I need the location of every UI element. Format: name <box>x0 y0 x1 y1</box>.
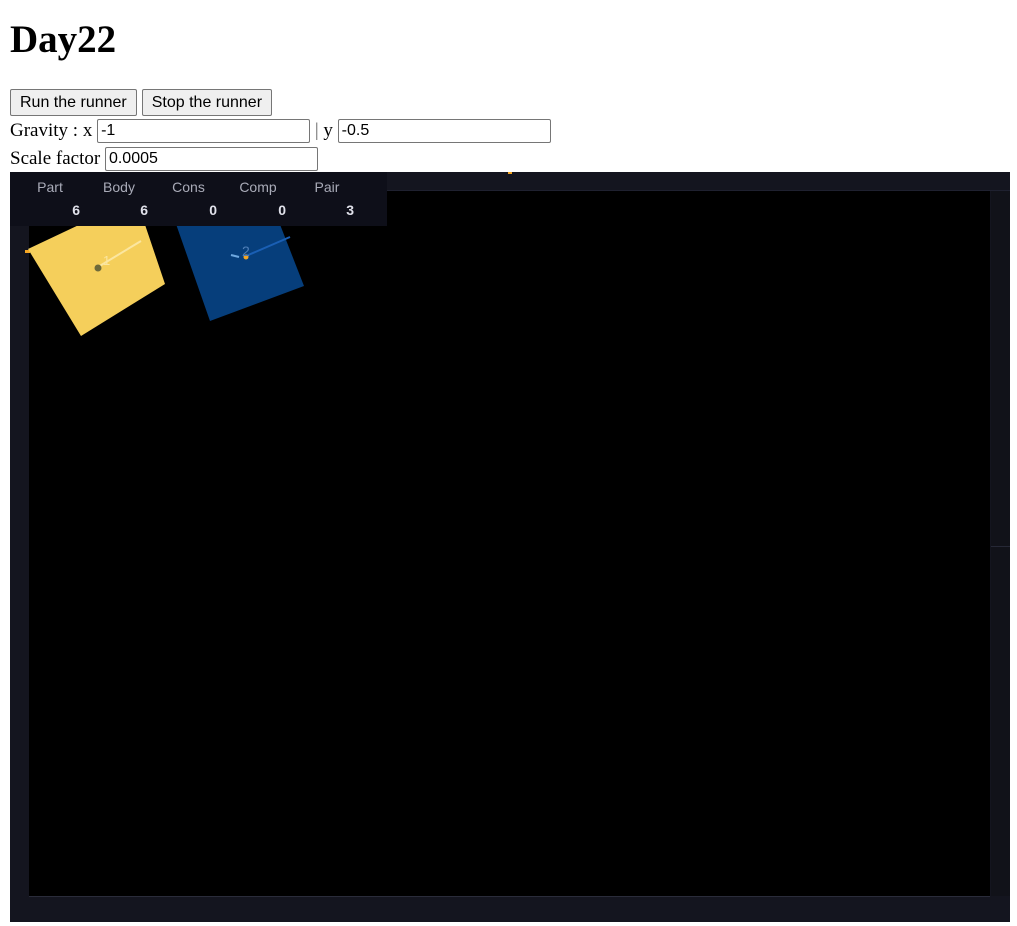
gravity-y-input[interactable] <box>337 119 551 143</box>
stat-cons-value: 0 <box>209 202 217 218</box>
stat-part-label: Part <box>37 179 63 195</box>
top-marker <box>508 172 512 174</box>
gravity-x-input[interactable] <box>97 119 311 143</box>
stats-panel: Part 6 Body 6 Cons 0 Comp 0 Pair 3 <box>10 172 387 226</box>
stat-part: Part 6 <box>20 172 80 226</box>
runner-controls: Run the runner Stop the runner <box>10 89 273 116</box>
bodies-layer: 1 2 <box>25 172 512 336</box>
stat-body: Body 6 <box>90 172 148 226</box>
stat-body-label: Body <box>103 179 135 195</box>
stat-pair-value: 3 <box>346 202 354 218</box>
stat-pair: Pair 3 <box>300 172 354 226</box>
page: Day22 Run the runner Stop the runner Gra… <box>0 0 1017 926</box>
run-runner-button[interactable]: Run the runner <box>10 89 137 116</box>
gravity-separator: | <box>310 120 324 141</box>
gravity-x-label: Gravity : x <box>10 120 98 141</box>
stop-runner-button[interactable]: Stop the runner <box>141 89 273 116</box>
gravity-y-label: y <box>323 120 338 141</box>
stat-part-value: 6 <box>72 202 80 218</box>
gravity-row: Gravity : x | y <box>10 117 551 145</box>
stat-cons: Cons 0 <box>160 172 217 226</box>
stat-comp: Comp 0 <box>230 172 286 226</box>
body-1-center <box>94 264 102 272</box>
scale-factor-input[interactable] <box>104 146 318 171</box>
stat-pair-label: Pair <box>314 179 340 195</box>
stat-comp-value: 0 <box>278 202 286 218</box>
body-2-label: 2 <box>242 243 250 259</box>
physics-canvas[interactable]: 1 2 Part 6 Body 6 Cons 0 Comp 0 Pair 3 <box>10 172 1010 922</box>
scale-factor-label: Scale factor <box>10 147 105 169</box>
scale-row: Scale factor <box>10 145 318 172</box>
stat-cons-label: Cons <box>172 179 205 195</box>
page-title: Day22 <box>10 18 117 61</box>
body-1-label: 1 <box>103 253 110 268</box>
stat-comp-label: Comp <box>239 179 277 195</box>
stat-body-value: 6 <box>140 202 148 218</box>
